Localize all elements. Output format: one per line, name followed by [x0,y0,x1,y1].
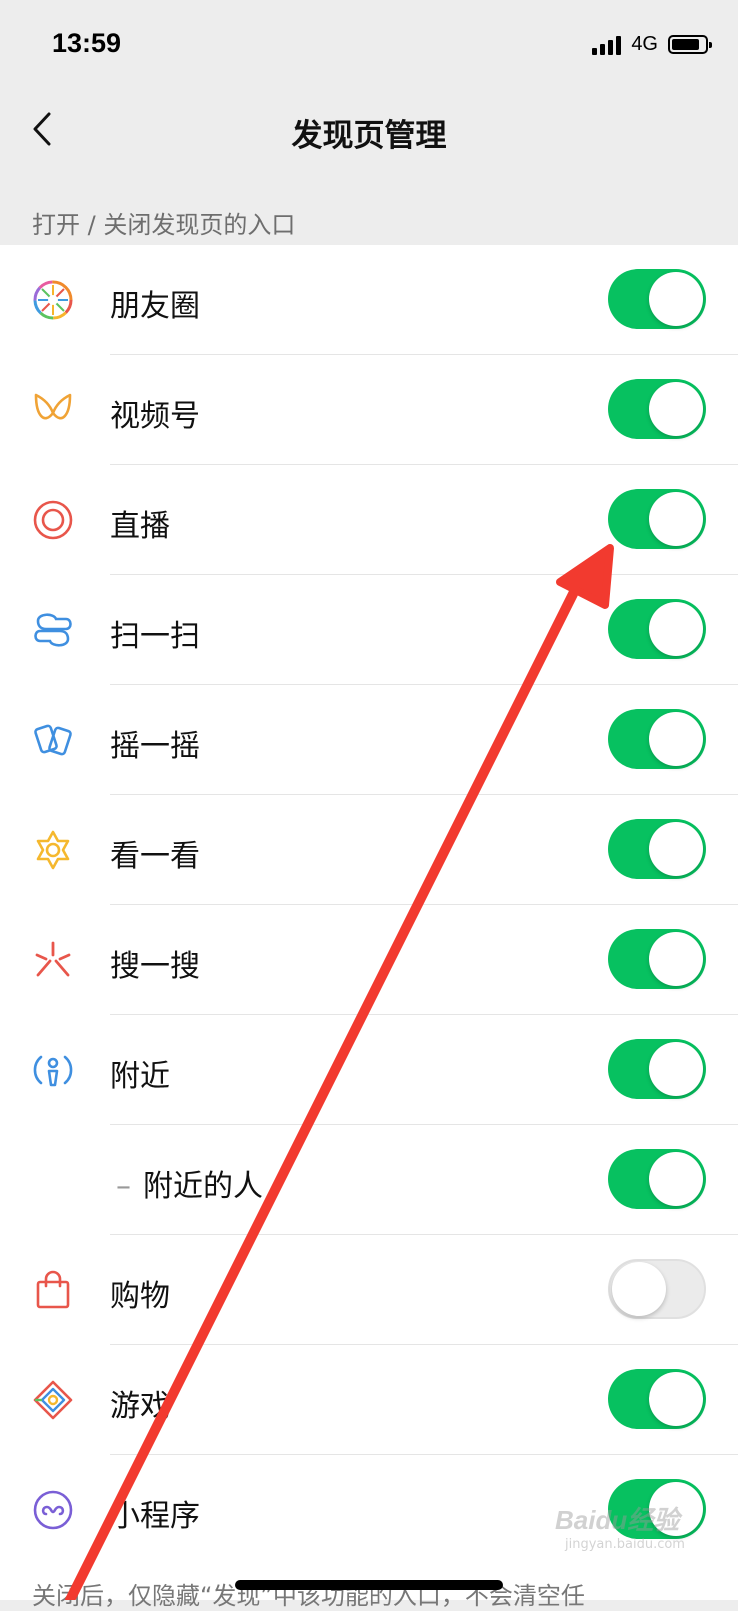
toggle-moments[interactable] [608,269,706,329]
list-item-live: 直播 [0,465,738,575]
list-item-scan: 扫一扫 [0,575,738,685]
list-item-games: 游戏 [0,1345,738,1455]
list-item-search: 搜一搜 [0,905,738,1015]
status-time: 13:59 [52,28,122,58]
toggle-search[interactable] [608,929,706,989]
search-icon [35,941,71,977]
shake-icon [34,724,72,756]
nearby-icon [33,1055,73,1087]
toggle-scan[interactable] [608,599,706,659]
status-bar: 13:59 4G [0,0,738,90]
list-item-label: 游戏 [110,1389,170,1424]
status-indicators: 4G [592,33,712,56]
toggle-shopping[interactable] [608,1259,706,1319]
scan-icon [34,613,72,647]
list-item-shopping: 购物 [0,1235,738,1345]
toggle-games[interactable] [608,1369,706,1429]
list-item-label: – 附近的人 [116,1169,263,1204]
settings-list: 朋友圈 视频号 直播 扫一扫 摇一摇 看一看 搜一搜 附近 – 附近的人 购物 … [0,245,738,1600]
list-item-label: 朋友圈 [110,289,200,324]
moments-icon [33,280,73,320]
signal-icon [592,35,622,55]
list-item-top-stories: 看一看 [0,795,738,905]
live-icon [33,500,73,540]
list-item-label: 视频号 [110,399,200,434]
list-item-label: 购物 [110,1279,170,1314]
list-item-label: 搜一搜 [110,949,200,984]
top-stories-icon [36,830,70,870]
network-type: 4G [631,33,658,55]
sub-item-dash: – [116,1169,131,1204]
list-item-label: 附近 [110,1059,170,1094]
list-item-label: 扫一扫 [110,619,200,654]
toggle-channels[interactable] [608,379,706,439]
shopping-bag-icon [36,1270,70,1309]
baidu-watermark: Baidu经验 jingyan.baidu.com [555,1500,705,1560]
home-indicator [235,1580,503,1590]
toggle-live[interactable] [608,489,706,549]
watermark-logo: Baidu经验 [555,1505,680,1535]
watermark-url: jingyan.baidu.com [565,1537,685,1552]
list-item-moments: 朋友圈 [0,245,738,355]
page-title: 发现页管理 [291,118,447,154]
battery-icon [668,35,712,54]
list-item-shake: 摇一摇 [0,685,738,795]
channels-icon [34,393,72,420]
list-item-label: 直播 [110,509,170,544]
list-item-label: 小程序 [110,1499,200,1534]
list-item-nearby: 附近 [0,1015,738,1125]
toggle-people-nearby[interactable] [608,1149,706,1209]
toggle-shake[interactable] [608,709,706,769]
list-item-label: 看一看 [110,839,200,874]
list-item-people-nearby: – 附近的人 [0,1125,738,1235]
list-item-label: 摇一摇 [110,729,200,764]
games-icon [33,1380,73,1420]
section-header: 打开 / 关闭发现页的入口 [32,211,296,239]
nav-bar: 发现页管理 [0,90,738,170]
toggle-nearby[interactable] [608,1039,706,1099]
toggle-top-stories[interactable] [608,819,706,879]
list-item-channels: 视频号 [0,355,738,465]
mini-programs-icon [33,1490,73,1530]
